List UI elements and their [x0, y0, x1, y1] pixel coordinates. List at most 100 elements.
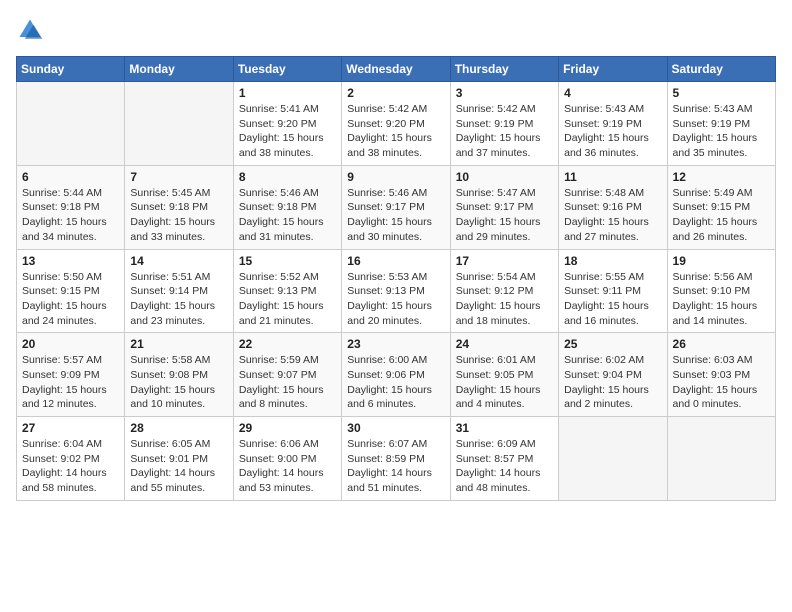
day-number: 3 — [456, 86, 553, 100]
weekday-header: Friday — [559, 57, 667, 82]
calendar-cell: 15 Sunrise: 5:52 AM Sunset: 9:13 PM Dayli… — [233, 249, 341, 333]
weekday-header: Wednesday — [342, 57, 450, 82]
day-number: 31 — [456, 421, 553, 435]
day-number: 10 — [456, 170, 553, 184]
day-info: Sunrise: 5:43 AM Sunset: 9:19 PM Dayligh… — [673, 102, 770, 161]
calendar-header: SundayMondayTuesdayWednesdayThursdayFrid… — [17, 57, 776, 82]
calendar-cell: 4Sunrise: 5:43 AM Sunset: 9:19 PM Daylig… — [559, 82, 667, 166]
day-number: 19 — [673, 254, 770, 268]
calendar-cell — [125, 82, 233, 166]
calendar-cell: 16 Sunrise: 5:53 AM Sunset: 9:13 PM Dayli… — [342, 249, 450, 333]
weekday-header: Thursday — [450, 57, 558, 82]
day-info: Sunrise: 6:01 AM Sunset: 9:05 PM Dayligh… — [456, 353, 553, 412]
calendar-cell — [559, 417, 667, 501]
calendar-cell: 20 Sunrise: 5:57 AM Sunset: 9:09 PM Dayli… — [17, 333, 125, 417]
day-number: 7 — [130, 170, 227, 184]
calendar-cell: 22 Sunrise: 5:59 AM Sunset: 9:07 PM Dayli… — [233, 333, 341, 417]
calendar-cell: 31 Sunrise: 6:09 AM Sunset: 8:57 PM Dayli… — [450, 417, 558, 501]
day-info: Sunrise: 5:53 AM Sunset: 9:13 PM Dayligh… — [347, 270, 444, 329]
calendar-week-row: 1 Sunrise: 5:41 AM Sunset: 9:20 PM Daylig… — [17, 82, 776, 166]
calendar-cell: 2 Sunrise: 5:42 AM Sunset: 9:20 PM Daylig… — [342, 82, 450, 166]
calendar-table: SundayMondayTuesdayWednesdayThursdayFrid… — [16, 56, 776, 501]
day-info: Sunrise: 6:00 AM Sunset: 9:06 PM Dayligh… — [347, 353, 444, 412]
day-info: Sunrise: 5:57 AM Sunset: 9:09 PM Dayligh… — [22, 353, 119, 412]
calendar-cell: 10Sunrise: 5:47 AM Sunset: 9:17 PM Dayli… — [450, 165, 558, 249]
calendar-cell: 6Sunrise: 5:44 AM Sunset: 9:18 PM Daylig… — [17, 165, 125, 249]
calendar-cell — [17, 82, 125, 166]
calendar-week-row: 13 Sunrise: 5:50 AM Sunset: 9:15 PM Dayli… — [17, 249, 776, 333]
day-info: Sunrise: 5:45 AM Sunset: 9:18 PM Dayligh… — [130, 186, 227, 245]
day-number: 4 — [564, 86, 661, 100]
day-info: Sunrise: 6:04 AM Sunset: 9:02 PM Dayligh… — [22, 437, 119, 496]
day-info: Sunrise: 5:48 AM Sunset: 9:16 PM Dayligh… — [564, 186, 661, 245]
day-info: Sunrise: 5:42 AM Sunset: 9:20 PM Dayligh… — [347, 102, 444, 161]
logo-icon — [16, 16, 44, 44]
day-number: 2 — [347, 86, 444, 100]
calendar-week-row: 27 Sunrise: 6:04 AM Sunset: 9:02 PM Dayli… — [17, 417, 776, 501]
day-number: 5 — [673, 86, 770, 100]
day-info: Sunrise: 6:06 AM Sunset: 9:00 PM Dayligh… — [239, 437, 336, 496]
day-number: 12 — [673, 170, 770, 184]
calendar-cell: 13 Sunrise: 5:50 AM Sunset: 9:15 PM Dayli… — [17, 249, 125, 333]
page-header — [16, 16, 776, 44]
calendar-cell: 17 Sunrise: 5:54 AM Sunset: 9:12 PM Dayli… — [450, 249, 558, 333]
weekday-header: Monday — [125, 57, 233, 82]
day-info: Sunrise: 5:42 AM Sunset: 9:19 PM Dayligh… — [456, 102, 553, 161]
day-number: 1 — [239, 86, 336, 100]
day-info: Sunrise: 5:52 AM Sunset: 9:13 PM Dayligh… — [239, 270, 336, 329]
day-info: Sunrise: 5:46 AM Sunset: 9:18 PM Dayligh… — [239, 186, 336, 245]
day-info: Sunrise: 6:05 AM Sunset: 9:01 PM Dayligh… — [130, 437, 227, 496]
calendar-cell: 27 Sunrise: 6:04 AM Sunset: 9:02 PM Dayli… — [17, 417, 125, 501]
weekday-header: Tuesday — [233, 57, 341, 82]
day-info: Sunrise: 5:56 AM Sunset: 9:10 PM Dayligh… — [673, 270, 770, 329]
calendar-cell: 30Sunrise: 6:07 AM Sunset: 8:59 PM Dayli… — [342, 417, 450, 501]
calendar-cell: 5 Sunrise: 5:43 AM Sunset: 9:19 PM Daylig… — [667, 82, 775, 166]
day-number: 13 — [22, 254, 119, 268]
logo — [16, 16, 48, 44]
calendar-cell: 25 Sunrise: 6:02 AM Sunset: 9:04 PM Dayli… — [559, 333, 667, 417]
day-info: Sunrise: 6:02 AM Sunset: 9:04 PM Dayligh… — [564, 353, 661, 412]
calendar-week-row: 20 Sunrise: 5:57 AM Sunset: 9:09 PM Dayli… — [17, 333, 776, 417]
day-number: 30 — [347, 421, 444, 435]
calendar-cell: 1 Sunrise: 5:41 AM Sunset: 9:20 PM Daylig… — [233, 82, 341, 166]
day-info: Sunrise: 6:03 AM Sunset: 9:03 PM Dayligh… — [673, 353, 770, 412]
day-info: Sunrise: 5:41 AM Sunset: 9:20 PM Dayligh… — [239, 102, 336, 161]
day-number: 20 — [22, 337, 119, 351]
day-info: Sunrise: 5:59 AM Sunset: 9:07 PM Dayligh… — [239, 353, 336, 412]
day-number: 18 — [564, 254, 661, 268]
day-number: 29 — [239, 421, 336, 435]
calendar-cell: 18Sunrise: 5:55 AM Sunset: 9:11 PM Dayli… — [559, 249, 667, 333]
day-info: Sunrise: 5:51 AM Sunset: 9:14 PM Dayligh… — [130, 270, 227, 329]
day-number: 15 — [239, 254, 336, 268]
calendar-cell: 12Sunrise: 5:49 AM Sunset: 9:15 PM Dayli… — [667, 165, 775, 249]
day-number: 14 — [130, 254, 227, 268]
calendar-cell: 24 Sunrise: 6:01 AM Sunset: 9:05 PM Dayli… — [450, 333, 558, 417]
day-number: 16 — [347, 254, 444, 268]
calendar-cell: 26 Sunrise: 6:03 AM Sunset: 9:03 PM Dayli… — [667, 333, 775, 417]
weekday-header: Sunday — [17, 57, 125, 82]
calendar-cell: 8 Sunrise: 5:46 AM Sunset: 9:18 PM Daylig… — [233, 165, 341, 249]
day-number: 11 — [564, 170, 661, 184]
day-number: 26 — [673, 337, 770, 351]
day-info: Sunrise: 6:09 AM Sunset: 8:57 PM Dayligh… — [456, 437, 553, 496]
day-number: 25 — [564, 337, 661, 351]
calendar-cell: 19 Sunrise: 5:56 AM Sunset: 9:10 PM Dayli… — [667, 249, 775, 333]
day-number: 8 — [239, 170, 336, 184]
day-info: Sunrise: 5:54 AM Sunset: 9:12 PM Dayligh… — [456, 270, 553, 329]
calendar-cell: 11 Sunrise: 5:48 AM Sunset: 9:16 PM Dayli… — [559, 165, 667, 249]
calendar-cell: 3 Sunrise: 5:42 AM Sunset: 9:19 PM Daylig… — [450, 82, 558, 166]
calendar-cell: 9Sunrise: 5:46 AM Sunset: 9:17 PM Daylig… — [342, 165, 450, 249]
calendar-cell: 23 Sunrise: 6:00 AM Sunset: 9:06 PM Dayli… — [342, 333, 450, 417]
day-info: Sunrise: 5:44 AM Sunset: 9:18 PM Dayligh… — [22, 186, 119, 245]
calendar-cell: 29 Sunrise: 6:06 AM Sunset: 9:00 PM Dayli… — [233, 417, 341, 501]
day-info: Sunrise: 5:50 AM Sunset: 9:15 PM Dayligh… — [22, 270, 119, 329]
day-info: Sunrise: 5:58 AM Sunset: 9:08 PM Dayligh… — [130, 353, 227, 412]
day-number: 22 — [239, 337, 336, 351]
day-number: 17 — [456, 254, 553, 268]
weekday-header: Saturday — [667, 57, 775, 82]
calendar-cell: 21Sunrise: 5:58 AM Sunset: 9:08 PM Dayli… — [125, 333, 233, 417]
day-number: 27 — [22, 421, 119, 435]
day-number: 23 — [347, 337, 444, 351]
day-number: 28 — [130, 421, 227, 435]
day-number: 24 — [456, 337, 553, 351]
